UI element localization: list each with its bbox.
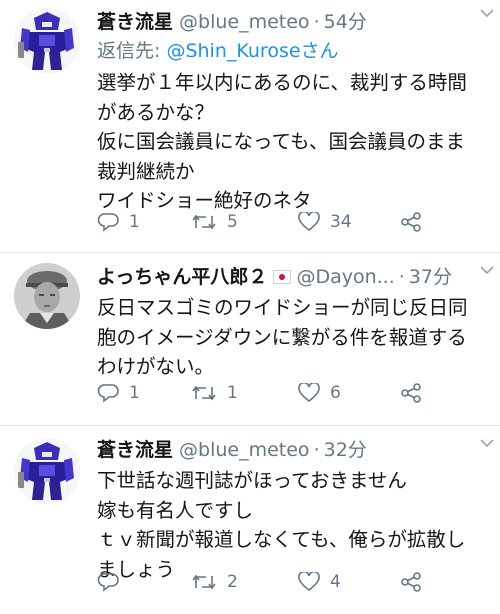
display-name[interactable]: 蒼き流星 — [97, 8, 173, 36]
share-button[interactable] — [400, 383, 422, 403]
timestamp[interactable]: 37分 — [409, 263, 452, 291]
separator-dot: · — [313, 439, 320, 461]
reply-button[interactable]: 1 — [97, 212, 140, 232]
heart-icon — [298, 572, 320, 592]
user-handle[interactable]: @blue_meteo — [179, 436, 310, 464]
tweet-text: 選挙が１年以内にあるのに、裁判する時間 があるかな？ 仮に国会議員になっても、国… — [97, 71, 467, 212]
heart-icon — [298, 383, 320, 403]
tweet[interactable]: よっちゃん平八郎２ @Dayon... · 37分 反日マスゴミのワイドショーが… — [0, 253, 500, 426]
reply-count: 1 — [129, 383, 140, 403]
share-button[interactable] — [400, 212, 422, 232]
like-button[interactable]: 34 — [298, 212, 352, 232]
share-icon — [401, 383, 421, 403]
retweet-button[interactable]: 1 — [191, 383, 238, 403]
retweet-count: 5 — [227, 212, 238, 232]
retweet-icon — [192, 385, 216, 401]
chevron-down-icon[interactable] — [480, 8, 494, 18]
avatar[interactable] — [14, 8, 80, 74]
japan-flag-icon — [273, 270, 292, 284]
display-name[interactable]: 蒼き流星 — [97, 436, 173, 464]
chevron-down-icon[interactable] — [480, 438, 494, 448]
like-count: 4 — [330, 572, 341, 592]
retweet-button[interactable]: 5 — [191, 212, 238, 232]
like-count: 34 — [330, 212, 352, 232]
share-icon — [401, 572, 421, 592]
reply-context: 返信先: @Shin_Kuroseさん — [97, 38, 490, 64]
tweet-text: 下世話な週刊誌がほっておきません 嫁も有名人ですし ｔｖ新聞が報道しなくても、俺… — [97, 469, 466, 581]
retweet-icon — [192, 214, 216, 230]
retweet-count: 2 — [227, 572, 238, 592]
reply-button[interactable] — [97, 572, 129, 592]
reply-icon — [97, 213, 119, 232]
tweet-text: 反日マスゴミのワイドショーが同じ反日同 胞のイメージダウンに繋がる件を報道する … — [97, 296, 468, 378]
reply-user-link[interactable]: @Shin_Kurose — [166, 40, 300, 62]
tweet[interactable]: 蒼き流星 @blue_meteo · 32分 下世話な週刊誌がほっておきません … — [0, 426, 500, 614]
share-button[interactable] — [400, 572, 422, 592]
timestamp[interactable]: 32分 — [324, 436, 367, 464]
reply-button[interactable]: 1 — [97, 383, 140, 403]
reply-prefix: 返信先: — [97, 40, 167, 62]
timestamp[interactable]: 54分 — [324, 8, 367, 36]
retweet-icon — [192, 574, 216, 590]
reply-count: 1 — [129, 212, 140, 232]
reply-icon — [97, 573, 119, 592]
like-count: 6 — [330, 383, 341, 403]
user-handle[interactable]: @blue_meteo — [179, 8, 310, 36]
like-button[interactable]: 4 — [298, 572, 341, 592]
separator-dot: · — [313, 11, 320, 33]
share-icon — [401, 212, 421, 232]
retweet-button[interactable]: 2 — [191, 572, 238, 592]
avatar[interactable] — [14, 438, 80, 504]
avatar[interactable] — [14, 263, 80, 329]
like-button[interactable]: 6 — [298, 383, 341, 403]
separator-dot: · — [398, 266, 405, 288]
display-name[interactable]: よっちゃん平八郎２ — [97, 263, 267, 291]
user-handle[interactable]: @Dayon... — [296, 263, 394, 291]
heart-icon — [298, 212, 320, 232]
timeline-feed: 蒼き流星 @blue_meteo · 54分 返信先: @Shin_Kurose… — [0, 0, 500, 614]
reply-suffix: さん — [300, 40, 339, 62]
tweet[interactable]: 蒼き流星 @blue_meteo · 54分 返信先: @Shin_Kurose… — [0, 0, 500, 253]
reply-icon — [97, 384, 119, 403]
retweet-count: 1 — [227, 383, 238, 403]
chevron-down-icon[interactable] — [480, 265, 494, 275]
